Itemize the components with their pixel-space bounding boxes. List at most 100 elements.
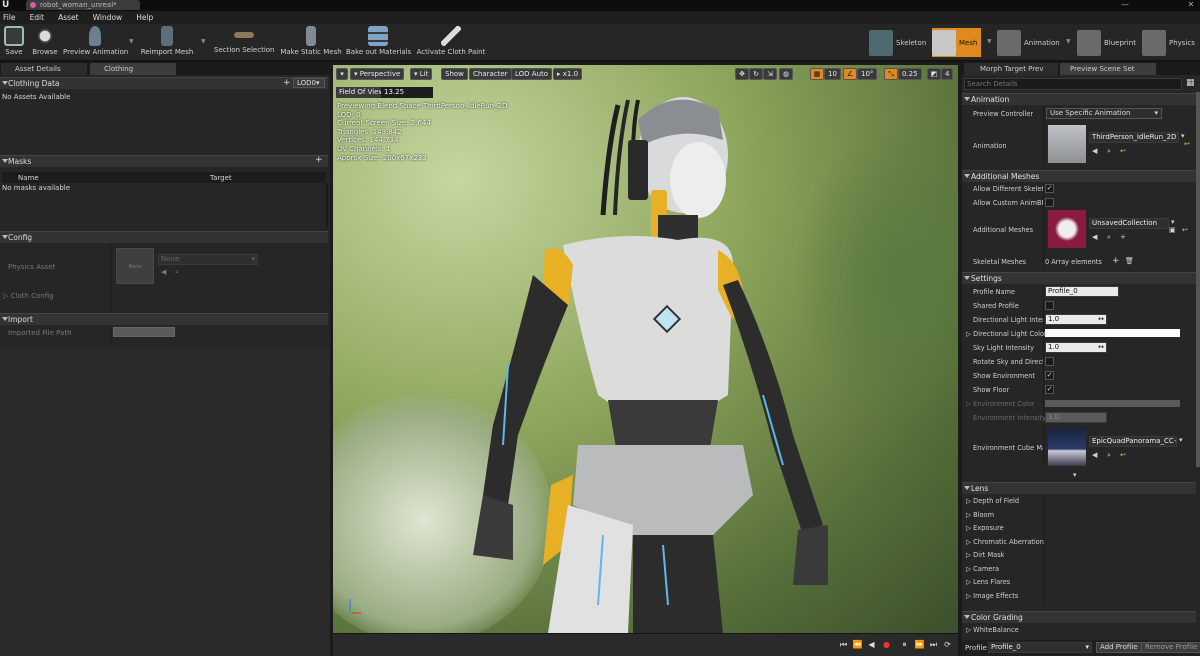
translate-tool-icon[interactable]: ✥ xyxy=(735,68,749,80)
show-button[interactable]: Show xyxy=(441,68,468,80)
camera-speed-value[interactable]: 4 xyxy=(941,68,954,80)
tab-morph-target-preview[interactable]: Morph Target Prev xyxy=(964,63,1058,75)
bake-materials-button[interactable]: Bake out Materials xyxy=(346,26,411,59)
browse-search-icon[interactable]: ⌕ xyxy=(1107,451,1111,460)
browse-search-icon[interactable]: ⌕ xyxy=(175,268,179,277)
mode-physics[interactable]: Physics xyxy=(1142,28,1199,57)
lod-auto-button[interactable]: LOD Auto xyxy=(511,68,553,80)
mesh-mode-dropdown-icon[interactable]: ▼ xyxy=(987,38,992,45)
animation-section-header[interactable]: Animation xyxy=(962,93,1196,105)
menu-asset[interactable]: Asset xyxy=(58,13,79,22)
rotate-sky-checkbox[interactable] xyxy=(1045,357,1054,366)
lens-chromatic-aberration[interactable]: ▷ Chromatic Aberration xyxy=(966,538,1044,546)
perspective-button[interactable]: ▾ Perspective xyxy=(350,68,405,80)
directional-light-intensity-input[interactable]: 1.0 ↔ xyxy=(1045,314,1107,325)
import-header[interactable]: Import xyxy=(0,313,328,325)
property-matrix-icon[interactable]: ▦ xyxy=(1186,78,1195,88)
masks-scrollbar[interactable] xyxy=(326,183,328,229)
add-element-icon[interactable]: + xyxy=(1112,256,1120,266)
config-header[interactable]: Config xyxy=(0,231,328,243)
masks-header[interactable]: Masks xyxy=(0,155,328,167)
animation-asset-picker[interactable]: ThirdPerson_IdleRun_2D xyxy=(1089,132,1179,143)
make-static-mesh-button[interactable]: Make Static Mesh xyxy=(280,26,342,59)
reset-arrow-icon[interactable]: ↩ xyxy=(1120,147,1126,155)
add-profile-button[interactable]: Add Profile xyxy=(1096,642,1142,653)
cloth-config-label[interactable]: ▷ Cloth Config xyxy=(3,292,54,300)
activate-cloth-paint-button[interactable]: Activate Cloth Paint xyxy=(416,26,486,59)
scale-tool-icon[interactable]: ⇲ xyxy=(763,68,777,80)
mesh-collection-thumbnail[interactable] xyxy=(1048,210,1086,248)
directional-light-color-swatch[interactable] xyxy=(1045,329,1180,337)
mode-animation[interactable]: Animation xyxy=(997,28,1064,57)
viewport[interactable]: ▾ ▾ Perspective ▾ Lit Show Character LOD… xyxy=(333,65,958,633)
add-mask-icon[interactable]: + xyxy=(315,155,323,165)
skip-to-end-icon[interactable]: ⏭ xyxy=(928,639,939,650)
use-selected-arrow-icon[interactable]: ◀ xyxy=(161,268,166,276)
lens-lens-flares[interactable]: ▷ Lens Flares xyxy=(966,578,1010,586)
pause-icon[interactable]: ⏸ xyxy=(899,639,910,650)
tab-asset-details[interactable]: Asset Details xyxy=(1,63,87,75)
save-collection-icon[interactable]: ▣ xyxy=(1169,226,1176,234)
allow-different-skeletons-checkbox[interactable]: ✓ xyxy=(1045,184,1054,193)
lit-button[interactable]: ▾ Lit xyxy=(410,68,433,80)
mesh-collection-picker[interactable]: UnsavedCollection xyxy=(1089,218,1169,229)
details-column-divider[interactable] xyxy=(1043,495,1044,605)
masks-col-target[interactable]: Target xyxy=(210,174,232,182)
reset-default-icon[interactable]: ↩ xyxy=(1182,226,1188,234)
camera-speed-icon[interactable]: ◩ xyxy=(927,68,941,80)
character-button[interactable]: Character xyxy=(469,68,512,80)
reset-arrow-icon[interactable]: ↩ xyxy=(1120,451,1126,459)
chevron-down-icon[interactable]: ▾ xyxy=(1181,132,1185,140)
world-local-icon[interactable]: ◍ xyxy=(779,68,793,80)
trash-icon[interactable]: 🗑 xyxy=(1125,257,1134,265)
grid-snap-icon[interactable]: ▦ xyxy=(810,68,824,80)
lens-depth-of-field[interactable]: ▷ Depth of Field xyxy=(966,497,1019,505)
environment-cube-picker[interactable]: EpicQuadPanorama_CC+EV1 xyxy=(1089,436,1177,447)
chevron-down-icon[interactable]: ▾ xyxy=(1171,218,1175,226)
profile-select[interactable]: Profile_0 ▾ xyxy=(988,642,1092,653)
collapse-more-icon[interactable]: ▾ xyxy=(1073,471,1077,479)
viewport-options-dropdown[interactable]: ▾ xyxy=(336,68,348,80)
mode-skeleton[interactable]: Skeleton xyxy=(869,28,930,57)
physics-asset-thumbnail[interactable]: None xyxy=(116,248,154,284)
menu-window[interactable]: Window xyxy=(93,13,123,22)
skip-to-start-icon[interactable]: ⏮ xyxy=(838,639,849,650)
settings-section-header[interactable]: Settings xyxy=(962,272,1196,284)
record-icon[interactable]: ● xyxy=(881,639,892,650)
color-grading-section-header[interactable]: Color Grading xyxy=(962,611,1196,623)
reimport-dropdown-icon[interactable]: ▼ xyxy=(201,38,206,45)
details-column-divider[interactable] xyxy=(1043,183,1044,269)
show-floor-checkbox[interactable]: ✓ xyxy=(1045,385,1054,394)
use-selected-arrow-icon[interactable]: ◀ xyxy=(1092,147,1097,155)
document-tab[interactable]: robot_woman_unreal* xyxy=(26,0,140,10)
playback-speed-button[interactable]: ▸ x1.0 xyxy=(553,68,583,80)
preview-animation-dropdown-icon[interactable]: ▼ xyxy=(129,38,134,45)
lens-bloom[interactable]: ▷ Bloom xyxy=(966,511,994,519)
lod-dropdown[interactable]: LOD0▾ xyxy=(293,78,325,88)
additional-meshes-section-header[interactable]: Additional Meshes xyxy=(962,170,1196,182)
environment-color-swatch[interactable] xyxy=(1045,400,1180,407)
minimize-button[interactable]: — xyxy=(1118,0,1132,10)
mode-mesh[interactable]: Mesh xyxy=(932,28,982,57)
menu-help[interactable]: Help xyxy=(136,13,153,22)
menu-edit[interactable]: Edit xyxy=(30,13,45,22)
details-scrollbar[interactable] xyxy=(1196,92,1200,467)
plus-add-icon[interactable]: + xyxy=(1120,233,1126,241)
rotation-snap-icon[interactable]: ∠ xyxy=(843,68,857,80)
browse-search-icon[interactable]: ⌕ xyxy=(1107,233,1111,242)
remove-profile-button[interactable]: Remove Profile xyxy=(1141,642,1200,653)
browse-button[interactable]: Browse xyxy=(30,26,60,59)
lens-section-header[interactable]: Lens xyxy=(962,482,1196,494)
use-selected-arrow-icon[interactable]: ◀ xyxy=(1092,451,1097,459)
physics-asset-picker[interactable]: None ▾ xyxy=(158,254,258,265)
fov-input[interactable]: 13.25 xyxy=(381,87,433,98)
grid-snap-value[interactable]: 10 xyxy=(824,68,841,80)
white-balance-item[interactable]: ▷ WhiteBalance xyxy=(966,626,1019,634)
imported-file-path-field[interactable] xyxy=(113,327,175,337)
details-column-divider[interactable] xyxy=(1043,106,1044,166)
preview-controller-dropdown[interactable]: Use Specific Animation ▾ xyxy=(1046,108,1162,119)
loop-icon[interactable]: ⟳ xyxy=(942,639,953,650)
masks-col-name[interactable]: Name xyxy=(18,174,39,182)
config-column-divider[interactable] xyxy=(110,244,111,312)
menu-file[interactable]: File xyxy=(3,13,16,22)
